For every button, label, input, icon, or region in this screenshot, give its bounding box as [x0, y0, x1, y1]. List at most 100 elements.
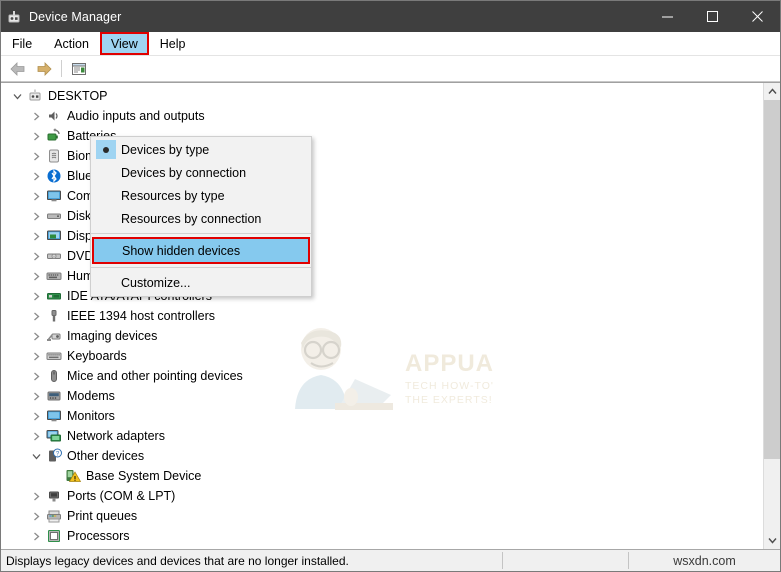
menu-help[interactable]: Help [149, 32, 197, 55]
display-adapter-icon [44, 228, 64, 244]
tree-item-label: Imaging devices [67, 329, 158, 343]
forward-arrow-icon[interactable] [32, 58, 56, 80]
scrollbar-thumb[interactable] [764, 100, 780, 459]
chevron-right-icon[interactable] [28, 252, 44, 261]
fingerprint-icon [44, 148, 64, 164]
status-message: Displays legacy devices and devices that… [6, 553, 349, 568]
scroll-down-button[interactable] [764, 532, 780, 549]
properties-icon[interactable] [67, 58, 91, 80]
bluetooth-icon [44, 168, 64, 184]
statusbar: Displays legacy devices and devices that… [1, 549, 780, 571]
firewire-icon [44, 308, 64, 324]
chevron-right-icon[interactable] [28, 392, 44, 401]
tree-item[interactable]: Mice and other pointing devices [1, 366, 763, 386]
scroll-up-button[interactable] [764, 83, 780, 100]
chevron-right-icon[interactable] [28, 532, 44, 541]
menu-file[interactable]: File [1, 32, 43, 55]
scrollbar-track[interactable] [764, 100, 780, 532]
menu-separator [91, 233, 311, 234]
tree-item-label: Processors [67, 529, 130, 543]
minimize-button[interactable] [645, 1, 690, 32]
mouse-icon [44, 368, 64, 384]
chevron-right-icon[interactable] [28, 172, 44, 181]
menu-item-label: Show hidden devices [122, 243, 241, 258]
back-arrow-icon[interactable] [6, 58, 30, 80]
other-devices-icon: ? [44, 448, 64, 464]
tree-item[interactable]: Modems [1, 386, 763, 406]
tree-item[interactable]: Processors [1, 526, 763, 546]
tree-item[interactable]: IEEE 1394 host controllers [1, 306, 763, 326]
view-dropdown-menu[interactable]: Devices by type Devices by connection Reso… [90, 136, 312, 297]
chevron-right-icon[interactable] [28, 232, 44, 241]
menuitem-resources-by-connection[interactable]: Resources by connection [91, 207, 311, 230]
menu-separator [91, 267, 311, 268]
tree-item[interactable]: DESKTOP [1, 86, 763, 106]
menuitem-show-hidden-devices[interactable]: Show hidden devices [92, 237, 310, 264]
titlebar: Device Manager [1, 1, 780, 32]
chevron-right-icon[interactable] [28, 312, 44, 321]
network-adapter-icon [44, 428, 64, 444]
unknown-device-warning-icon [63, 468, 83, 484]
window-title: Device Manager [29, 9, 122, 24]
vertical-scrollbar[interactable] [763, 83, 780, 549]
close-button[interactable] [735, 1, 780, 32]
tree-item[interactable]: Audio inputs and outputs [1, 106, 763, 126]
camera-icon [44, 328, 64, 344]
device-manager-window: Device Manager File Action View Help DES… [0, 0, 781, 572]
tree-item-label: Network adapters [67, 429, 165, 443]
status-middle [503, 550, 628, 571]
chevron-right-icon[interactable] [28, 152, 44, 161]
tree-item[interactable]: Base System Device [1, 466, 763, 486]
chevron-down-icon[interactable] [9, 92, 25, 101]
tree-item[interactable]: Print queues [1, 506, 763, 526]
menuitem-devices-by-type[interactable]: Devices by type [91, 138, 311, 161]
processor-icon [44, 528, 64, 544]
tree-item-label: Modems [67, 389, 115, 403]
monitor-icon [44, 408, 64, 424]
chevron-right-icon[interactable] [28, 372, 44, 381]
tree-item-label: DESKTOP [48, 89, 108, 103]
menu-item-label: Devices by connection [121, 165, 247, 180]
menu-action[interactable]: Action [43, 32, 100, 55]
window-controls [645, 1, 780, 32]
ide-controller-icon [44, 288, 64, 304]
menu-view[interactable]: View [99, 32, 149, 55]
tree-item-label: Print queues [67, 509, 138, 523]
tree-item[interactable]: Ports (COM & LPT) [1, 486, 763, 506]
chevron-right-icon[interactable] [28, 352, 44, 361]
hid-icon [44, 268, 64, 284]
menuitem-devices-by-connection[interactable]: Devices by connection [91, 161, 311, 184]
sd-adapter-icon [44, 548, 64, 549]
tree-item[interactable]: Keyboards [1, 346, 763, 366]
chevron-right-icon[interactable] [28, 492, 44, 501]
tree-item[interactable]: ? Other devices [1, 446, 763, 466]
battery-icon [44, 128, 64, 144]
maximize-button[interactable] [690, 1, 735, 32]
tree-item-label: Ports (COM & LPT) [67, 489, 176, 503]
status-source-label: wsxdn.com [673, 553, 736, 568]
port-icon [44, 488, 64, 504]
tree-item[interactable]: Monitors [1, 406, 763, 426]
menuitem-customize[interactable]: Customize... [91, 271, 311, 294]
menuitem-resources-by-type[interactable]: Resources by type [91, 184, 311, 207]
radio-checked-icon [91, 140, 121, 159]
chevron-right-icon[interactable] [28, 332, 44, 341]
tree-item-label: Base System Device [86, 469, 202, 483]
toolbar-separator [61, 60, 62, 77]
tree-item[interactable]: Network adapters [1, 426, 763, 446]
content-area: DESKTOPAudio inputs and outputsBatteries… [1, 82, 780, 549]
toolbar [1, 56, 780, 82]
chevron-right-icon[interactable] [28, 512, 44, 521]
chevron-right-icon[interactable] [28, 192, 44, 201]
tree-item[interactable]: Imaging devices [1, 326, 763, 346]
chevron-right-icon[interactable] [28, 112, 44, 121]
chevron-right-icon[interactable] [28, 292, 44, 301]
tree-item[interactable]: SD host adapters [1, 546, 763, 549]
chevron-right-icon[interactable] [28, 132, 44, 141]
chevron-right-icon[interactable] [28, 272, 44, 281]
chevron-down-icon[interactable] [28, 452, 44, 461]
chevron-right-icon[interactable] [28, 432, 44, 441]
chevron-right-icon[interactable] [28, 212, 44, 221]
tree-item-label: IEEE 1394 host controllers [67, 309, 215, 323]
chevron-right-icon[interactable] [28, 412, 44, 421]
